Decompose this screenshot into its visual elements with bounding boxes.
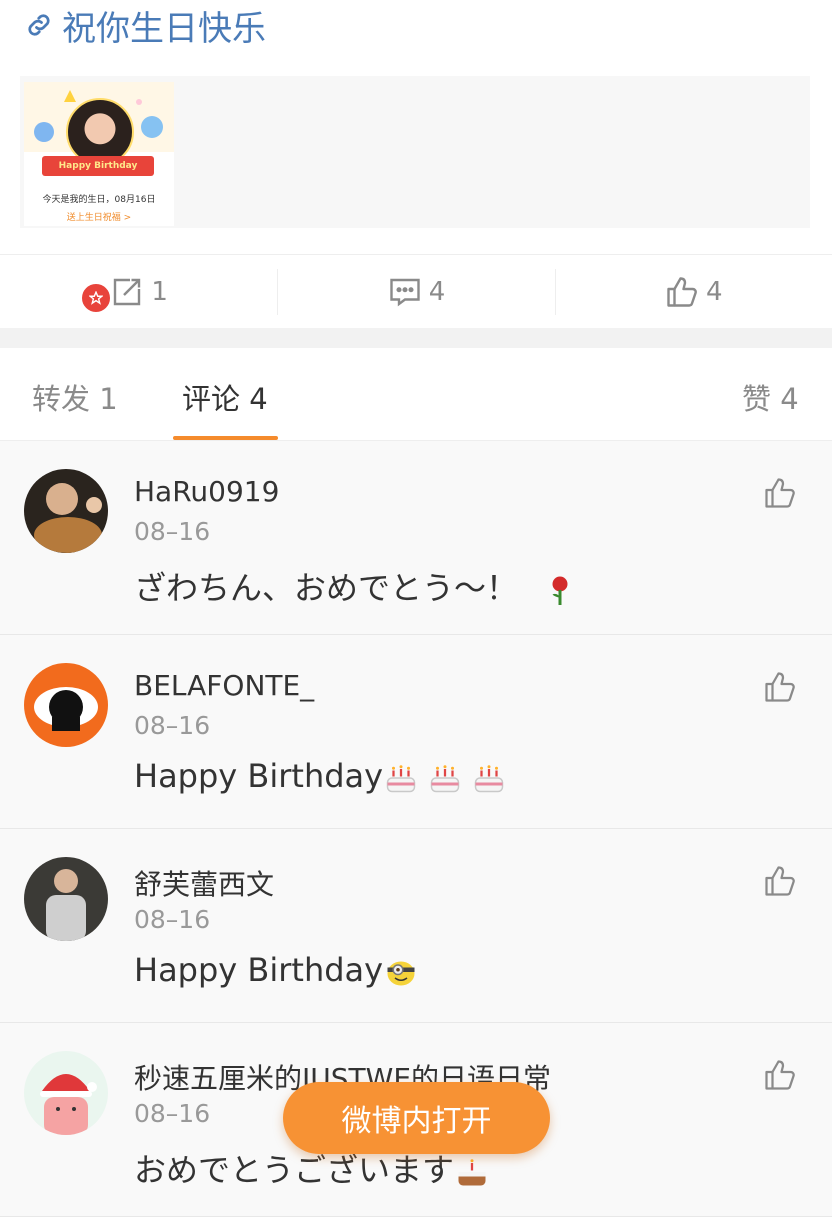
comment-count: 4 (428, 277, 446, 307)
comment-icon (390, 278, 420, 307)
section-divider (0, 328, 832, 348)
cake-emoji-icon (474, 765, 504, 793)
comment-username[interactable]: BELAFONTE_ (134, 669, 314, 702)
repost-count: 1 (151, 277, 168, 307)
rose-emoji-icon (552, 576, 568, 605)
post-action-bar: 1 4 4 (0, 254, 832, 329)
verified-badge-icon (80, 282, 112, 314)
avatar[interactable] (24, 857, 108, 941)
comment-button[interactable]: 4 (277, 255, 554, 329)
avatar[interactable] (24, 1051, 108, 1135)
birthday-card[interactable]: Happy Birthday 今天是我的生日，08月16日 送上生日祝福 > (20, 76, 810, 228)
comment-time: 08–16 (134, 1099, 211, 1128)
comment-text: Happy Birthday (134, 951, 419, 990)
comment-tabs: 转发 1 评论 4 赞 4 (0, 348, 832, 441)
comment-username[interactable]: 舒芙蕾西文 (134, 863, 274, 903)
repost-button[interactable]: 1 (0, 255, 277, 329)
like-button[interactable]: 4 (554, 255, 832, 329)
comment-text: Happy Birthday (134, 757, 507, 796)
post-title-text: 祝你生日快乐 (62, 8, 266, 49)
comment-like-icon[interactable] (762, 669, 798, 705)
comment-text-content: ざわちん、おめでとう～！ (134, 569, 519, 607)
comment-text: ざわちん、おめでとう～！ (134, 563, 578, 609)
comment-text-content: おめでとうございます (134, 1151, 455, 1189)
comment-item: BELAFONTE_ 08–16 Happy Birthday (0, 635, 832, 829)
comment-like-icon[interactable] (762, 1057, 798, 1093)
cake-emoji-icon (386, 765, 416, 793)
card-text: 今天是我的生日，08月16日 (42, 195, 156, 205)
birthday-card-thumbnail: Happy Birthday 今天是我的生日，08月16日 送上生日祝福 > (24, 82, 174, 226)
post-link-title[interactable]: 祝你生日快乐 (24, 0, 266, 50)
comment-time: 08–16 (134, 905, 211, 934)
open-in-weibo-button[interactable]: 微博内打开 (283, 1082, 550, 1154)
comment-username[interactable]: HaRu0919 (134, 475, 279, 508)
tab-repost[interactable]: 转发 1 (32, 376, 118, 418)
active-tab-indicator (173, 436, 278, 440)
card-link[interactable]: 送上生日祝福 > (24, 210, 174, 223)
minion-emoji-icon (387, 961, 415, 986)
cake-emoji-icon (430, 765, 460, 793)
tab-likes[interactable]: 赞 4 (742, 376, 799, 418)
link-icon (28, 14, 50, 36)
avatar[interactable] (24, 469, 108, 553)
comment-like-icon[interactable] (762, 863, 798, 899)
comment-text-content: Happy Birthday (134, 951, 384, 989)
comment-item: 舒芙蕾西文 08–16 Happy Birthday (0, 829, 832, 1023)
like-count: 4 (706, 277, 723, 307)
edit-square-icon (114, 278, 141, 306)
comment-like-icon[interactable] (762, 475, 798, 511)
cake-emoji-icon (458, 1159, 486, 1186)
comment-time: 08–16 (134, 711, 211, 740)
thumbs-up-icon (667, 277, 697, 307)
comment-item: HaRu0919 08–16 ざわちん、おめでとう～！ (0, 441, 832, 635)
comment-time: 08–16 (134, 517, 211, 546)
comment-text-content: Happy Birthday (134, 757, 384, 795)
happy-birthday-banner: Happy Birthday (42, 156, 154, 176)
avatar[interactable] (24, 663, 108, 747)
tab-comments[interactable]: 评论 4 (182, 376, 268, 418)
